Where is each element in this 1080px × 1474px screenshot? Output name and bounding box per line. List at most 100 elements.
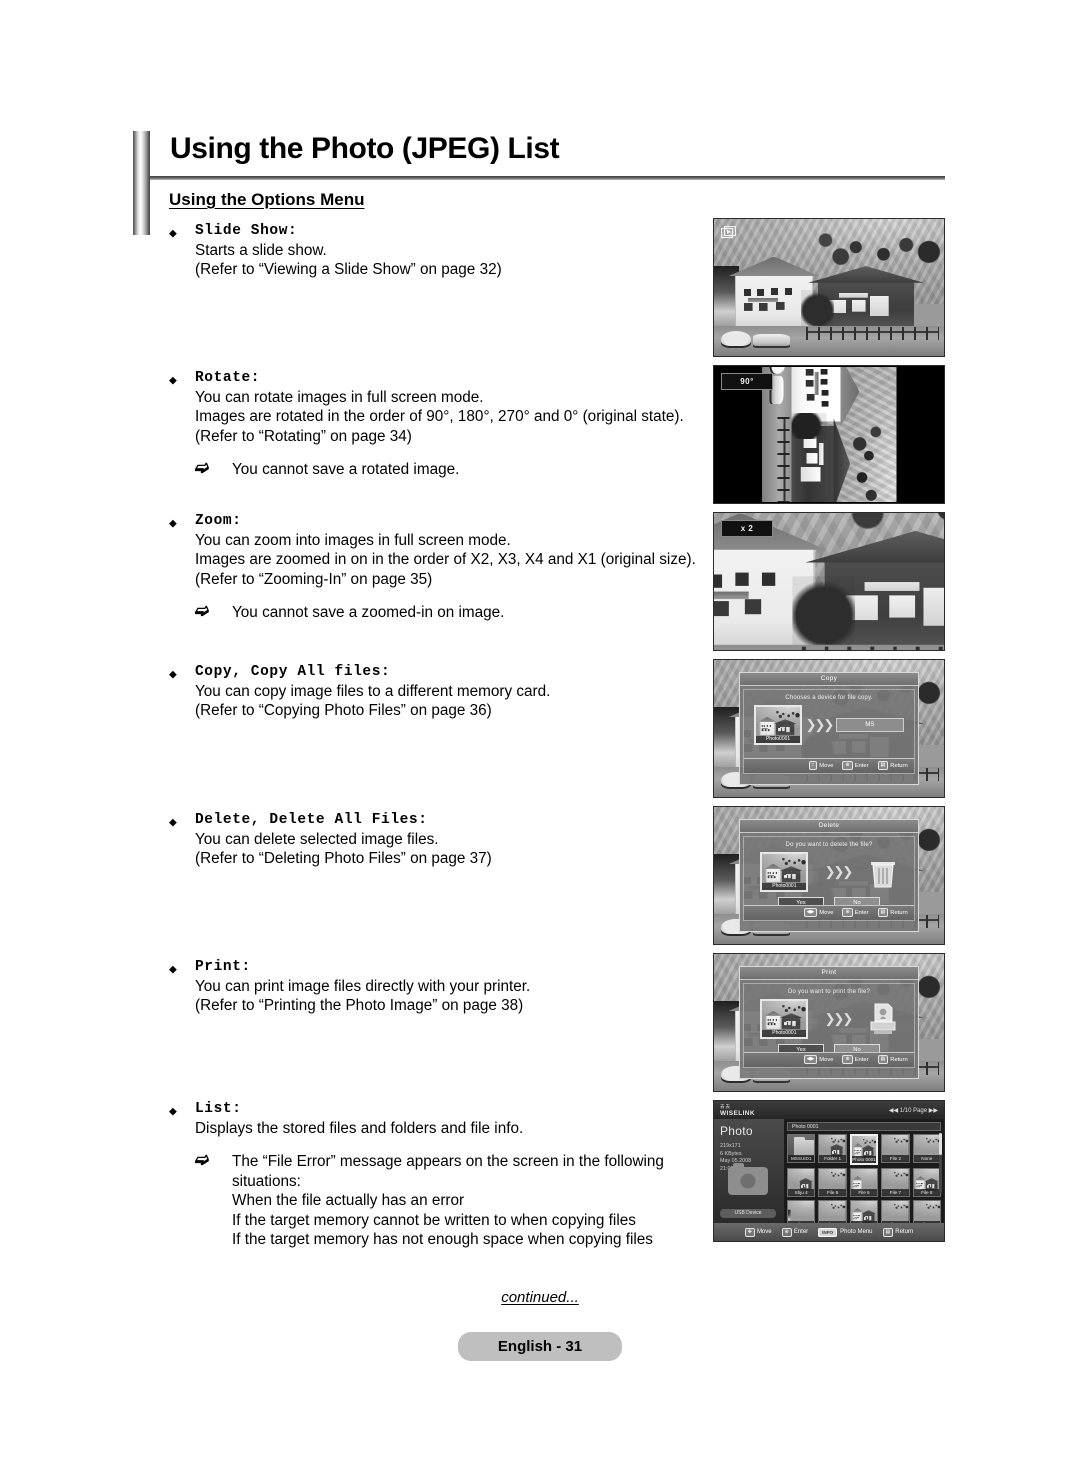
- list-item[interactable]: File 5: [818, 1168, 847, 1197]
- meta-dimensions: 219x171: [720, 1143, 741, 1149]
- transfer-arrow-icon: ❯❯❯: [824, 864, 854, 880]
- key-hint-enter: ⊕ Enter: [842, 1055, 869, 1065]
- page-indicator[interactable]: ◀◀ 1/10 Page ▶▶: [889, 1107, 938, 1114]
- continued-note: continued...: [501, 1289, 579, 1306]
- list-item[interactable]: File 8: [912, 1168, 941, 1197]
- figure-delete-dialog: Delete Do you want to delete the file? P…: [713, 806, 945, 945]
- key-hint-move: ◀▶ Move: [803, 908, 834, 918]
- list-item-label: File 8: [913, 1189, 940, 1196]
- transfer-arrow-icon: ❯❯❯: [824, 1011, 854, 1027]
- option-note-line: The “File Error” message appears on the …: [232, 1153, 664, 1171]
- device-label[interactable]: USB Device: [720, 1209, 776, 1218]
- page-title: Using the Photo (JPEG) List: [170, 132, 560, 165]
- option-line: (Refer to “Copying Photo Files” on page …: [195, 702, 492, 720]
- diamond-bullet-icon: ◆: [169, 373, 178, 388]
- key-hint-label: Move: [819, 762, 834, 769]
- option-heading: ◆ Rotate:: [169, 369, 699, 388]
- leftright-key-icon: ◀▶: [803, 1055, 818, 1065]
- dialog-message: Do you want to print the file?: [787, 989, 871, 996]
- option-heading: ◆ Print:: [169, 958, 699, 977]
- list-item-label: MSSUID1: [788, 1155, 815, 1162]
- wiselink-topbar: 去去 WISELINK ◀◀ 1/10 Page ▶▶: [714, 1101, 944, 1119]
- option-note: ➫ The “File Error” message appears on th…: [169, 1150, 699, 1249]
- key-hint-return: ▤ Return: [877, 1055, 908, 1065]
- option-heading: ◆ Slide Show:: [169, 222, 699, 241]
- figure-print-dialog: Print Do you want to print the file? Pho…: [713, 953, 945, 1092]
- title-divider: [150, 176, 945, 180]
- photo-scene: [714, 219, 944, 356]
- key-hint-return: ▤ Return: [877, 908, 908, 918]
- key-hint-return: ▤ Return: [882, 1227, 914, 1237]
- list-item[interactable]: File 2: [881, 1134, 910, 1163]
- option-line: (Refer to “Printing the Photo Image” on …: [195, 997, 524, 1015]
- list-item[interactable]: Folder 1: [818, 1134, 847, 1163]
- key-hint-label: Move: [819, 1056, 834, 1063]
- key-hint-move: ↕ Move: [808, 761, 834, 771]
- key-hint-label: Move: [819, 909, 834, 916]
- diamond-bullet-icon: ◆: [169, 516, 178, 531]
- dialog-key-hints: ◀▶ Move ⊕ Enter ▤ Return: [744, 1051, 914, 1067]
- camera-icon: [728, 1163, 768, 1195]
- key-hint-label: Return: [890, 909, 908, 916]
- slideshow-icon: [721, 226, 737, 239]
- diamond-bullet-icon: ◆: [169, 1104, 178, 1119]
- option-block-zoom: ◆ Zoom: You can zoom into images in full…: [169, 512, 699, 623]
- key-hint-label: Enter: [854, 909, 869, 916]
- wiselink-logo: 去去 WISELINK: [720, 1103, 755, 1117]
- list-item-label: None: [913, 1155, 940, 1162]
- diamond-bullet-icon: ◆: [169, 815, 178, 830]
- return-key-icon: ▤: [877, 908, 889, 918]
- arrow-bullet-icon: ➫: [195, 601, 210, 621]
- figure-rotate: 90°: [713, 365, 945, 504]
- key-hint-label: Enter: [854, 1056, 869, 1063]
- list-item-label: File 5: [819, 1189, 846, 1196]
- key-hint-photo-menu: INFO Photo Menu: [818, 1227, 873, 1237]
- key-hint-label: Return: [890, 1056, 908, 1063]
- source-thumbnail: Photo0001: [760, 852, 809, 893]
- enter-key-icon: ⊕: [842, 1055, 853, 1065]
- page-number-badge: English - 31: [457, 1332, 623, 1361]
- option-note-line: You cannot save a zoomed-in on image.: [232, 604, 505, 622]
- thumbnail-grid: MSSUID1 Folder 1 Photo 0001 File 2 None: [787, 1134, 941, 1229]
- return-key-icon: ▤: [877, 1055, 889, 1065]
- option-note: ➫ You cannot save a zoomed-in on image.: [169, 601, 699, 622]
- vertical-scrollbar[interactable]: [939, 1133, 942, 1193]
- enter-key-icon: ⊕: [781, 1227, 792, 1237]
- key-hint-enter: ⊕ Enter: [842, 908, 869, 918]
- return-key-icon: ▤: [877, 761, 889, 771]
- list-item[interactable]: None: [912, 1134, 941, 1163]
- info-key-icon: INFO: [818, 1227, 838, 1237]
- option-note-line: If the target memory cannot be written t…: [232, 1211, 636, 1229]
- option-line: You can delete selected image files.: [195, 831, 439, 848]
- diamond-bullet-icon: ◆: [169, 962, 178, 977]
- list-item[interactable]: Sbju 4: [787, 1168, 816, 1197]
- option-block-print: ◆ Print: You can print image files direc…: [169, 958, 699, 1016]
- figure-photo-list: 去去 WISELINK ◀◀ 1/10 Page ▶▶ Photo 219x17…: [713, 1100, 945, 1242]
- source-thumbnail: Photo0001: [754, 705, 803, 746]
- list-item-label: Photo 0001: [851, 1156, 877, 1163]
- option-heading: ◆ Zoom:: [169, 512, 699, 531]
- meta-date: May 05.2008: [720, 1158, 752, 1164]
- key-hint-move: ◀▶ Move: [803, 1055, 834, 1065]
- option-heading-text: Delete, Delete All Files:: [195, 812, 428, 828]
- key-hint-return: ▤ Return: [877, 761, 908, 771]
- dpad-key-icon: ✥: [744, 1227, 755, 1237]
- list-item[interactable]: File 7: [881, 1168, 910, 1197]
- arrow-bullet-icon: ➫: [195, 458, 210, 478]
- enter-key-icon: ⊕: [842, 908, 853, 918]
- key-hint-label: Return: [895, 1229, 914, 1235]
- title-accent-bar: [133, 131, 150, 235]
- list-item[interactable]: MSSUID1: [787, 1134, 816, 1163]
- thumbnail-label: Photo0001: [762, 883, 807, 891]
- option-line: (Refer to “Zooming-In” on page 35): [195, 570, 433, 588]
- section-title: Using the Options Menu: [169, 190, 365, 209]
- transfer-arrow-icon: ❯❯❯: [805, 717, 835, 733]
- option-block-copy: ◆ Copy, Copy All files: You can copy ima…: [169, 663, 699, 721]
- dialog-title: Delete: [740, 820, 918, 834]
- destination-device-button[interactable]: MS: [835, 718, 904, 733]
- list-item[interactable]: File 6: [849, 1168, 879, 1197]
- zoom-level-badge: x 2: [721, 520, 773, 537]
- diamond-bullet-icon: ◆: [169, 226, 178, 241]
- list-item[interactable]: Photo 0001: [849, 1134, 879, 1165]
- wiselink-logo-mark: 去去: [720, 1104, 731, 1109]
